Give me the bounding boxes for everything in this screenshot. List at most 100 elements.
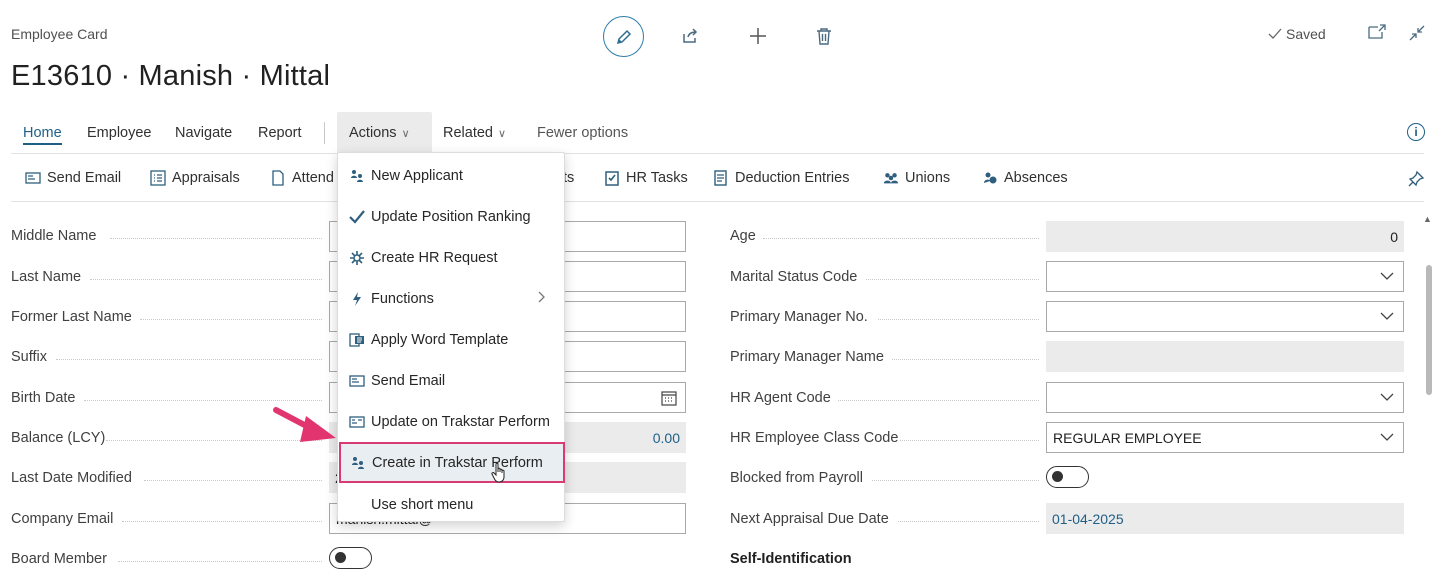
dotted-leader bbox=[56, 359, 322, 360]
primary-manager-no-select[interactable] bbox=[1046, 301, 1404, 332]
dotted-leader bbox=[898, 521, 1039, 522]
checkmark-icon bbox=[1268, 28, 1282, 39]
promoted-hr-tasks[interactable]: HR Tasks bbox=[604, 170, 688, 186]
menu-item-label: New Applicant bbox=[371, 167, 463, 184]
tab-related[interactable]: Related ∨ bbox=[443, 125, 506, 141]
scrollbar-thumb[interactable] bbox=[1426, 265, 1432, 395]
suffix-label: Suffix bbox=[11, 349, 48, 365]
people-icon bbox=[348, 167, 366, 185]
dotted-leader bbox=[866, 279, 1039, 280]
next-appraisal-due-date-label: Next Appraisal Due Date bbox=[730, 511, 889, 527]
menu-item-apply-word-template[interactable]: Apply Word Template bbox=[338, 319, 564, 360]
hr-agent-code-select[interactable] bbox=[1046, 382, 1404, 413]
new-button[interactable] bbox=[738, 16, 778, 56]
hr-employee-class-code-label: HR Employee Class Code bbox=[730, 430, 899, 446]
checkmark-icon bbox=[348, 208, 366, 226]
menu-item-update-position-ranking[interactable]: Update Position Ranking bbox=[338, 196, 564, 237]
blocked-from-payroll-toggle[interactable] bbox=[1046, 466, 1089, 488]
pin-icon bbox=[1408, 170, 1425, 187]
primary-manager-name-label: Primary Manager Name bbox=[730, 349, 884, 365]
marital-status-code-select[interactable] bbox=[1046, 261, 1404, 292]
next-appraisal-due-date-value: 01-04-2025 bbox=[1046, 503, 1404, 534]
absences-label: Absences bbox=[1004, 170, 1068, 186]
tab-employee[interactable]: Employee bbox=[87, 125, 151, 141]
lightning-icon bbox=[348, 290, 366, 308]
company-email-label: Company Email bbox=[11, 511, 114, 527]
menu-item-create-in-trakstar-perform[interactable]: Create in Trakstar Perform bbox=[339, 442, 565, 483]
last-date-modified-label: Last Date Modified bbox=[11, 470, 132, 486]
toggle-knob bbox=[335, 552, 346, 563]
tab-actions[interactable]: Actions ∨ bbox=[349, 125, 410, 141]
promoted-absences[interactable]: Absences bbox=[982, 170, 1068, 186]
promoted-deduction-entries[interactable]: Deduction Entries bbox=[713, 170, 849, 186]
share-button[interactable] bbox=[670, 16, 710, 56]
hr-agent-code-label: HR Agent Code bbox=[730, 390, 831, 406]
update-card-icon bbox=[348, 413, 366, 431]
dotted-leader bbox=[838, 400, 1039, 401]
dotted-leader bbox=[90, 279, 322, 280]
chevron-down-icon bbox=[1380, 312, 1394, 320]
menu-item-new-applicant[interactable]: New Applicant bbox=[338, 155, 564, 196]
menu-item-use-short-menu[interactable]: Use short menu bbox=[338, 484, 564, 525]
promoted-send-email[interactable]: Send Email bbox=[25, 170, 121, 186]
menu-item-functions[interactable]: Functions bbox=[338, 278, 564, 319]
pencil-icon bbox=[616, 29, 631, 44]
promoted-appraisals[interactable]: Appraisals bbox=[150, 170, 240, 186]
trash-icon bbox=[817, 28, 831, 45]
info-icon[interactable]: i bbox=[1407, 123, 1425, 141]
pin-button[interactable] bbox=[1407, 170, 1425, 193]
email-icon bbox=[348, 372, 366, 390]
hr-employee-class-code-select[interactable]: REGULAR EMPLOYEE bbox=[1046, 422, 1404, 453]
open-new-window-button[interactable] bbox=[1368, 24, 1386, 45]
tab-related-label: Related bbox=[443, 125, 493, 141]
gear-star-icon bbox=[348, 249, 366, 267]
birth-date-label: Birth Date bbox=[11, 390, 76, 406]
promoted-unions[interactable]: Unions bbox=[883, 170, 950, 186]
middle-name-label: Middle Name bbox=[11, 228, 97, 244]
attendance-label: Attend bbox=[292, 170, 334, 186]
dotted-leader bbox=[892, 359, 1039, 360]
chevron-down-icon bbox=[1380, 433, 1394, 441]
balance-lcy-label: Balance (LCY) bbox=[11, 430, 106, 446]
share-icon bbox=[683, 28, 698, 43]
marital-status-code-label: Marital Status Code bbox=[730, 269, 858, 285]
calendar-icon[interactable] bbox=[661, 390, 677, 406]
ledger-icon bbox=[713, 170, 729, 186]
absence-icon bbox=[982, 170, 998, 186]
menu-item-update-on-trakstar-perform[interactable]: Update on Trakstar Perform bbox=[338, 401, 564, 442]
former-last-name-label: Former Last Name bbox=[11, 309, 132, 325]
self-identification-heading[interactable]: Self-Identification bbox=[730, 551, 852, 567]
delete-button[interactable] bbox=[804, 16, 844, 56]
menu-item-label: Use short menu bbox=[371, 496, 474, 513]
saved-label: Saved bbox=[1286, 26, 1326, 42]
board-member-toggle[interactable] bbox=[329, 547, 372, 569]
menu-item-label: Update Position Ranking bbox=[371, 208, 531, 225]
fewer-options-link[interactable]: Fewer options bbox=[537, 125, 628, 141]
hr-employee-class-code-value: REGULAR EMPLOYEE bbox=[1053, 429, 1202, 446]
edit-button[interactable] bbox=[603, 16, 644, 57]
tab-home[interactable]: Home bbox=[23, 125, 62, 145]
dotted-leader bbox=[900, 440, 1039, 441]
dotted-leader bbox=[872, 480, 1039, 481]
menu-item-create-hr-request[interactable]: Create HR Request bbox=[338, 237, 564, 278]
task-checkbox-icon bbox=[604, 170, 620, 186]
tab-navigate[interactable]: Navigate bbox=[175, 125, 232, 141]
send-email-label: Send Email bbox=[47, 170, 122, 186]
collapse-icon bbox=[1409, 25, 1425, 41]
collapse-button[interactable] bbox=[1408, 24, 1426, 47]
chevron-down-icon: ∨ bbox=[497, 128, 507, 140]
promoted-attendance[interactable]: Attend bbox=[270, 170, 334, 186]
menu-item-label: Create in Trakstar Perform bbox=[372, 454, 543, 471]
dotted-leader bbox=[122, 521, 322, 522]
annotation-arrow-icon bbox=[268, 400, 342, 455]
menu-item-send-email[interactable]: Send Email bbox=[338, 360, 564, 401]
scroll-up-arrow[interactable]: ▲ bbox=[1423, 214, 1432, 224]
email-icon bbox=[25, 170, 41, 186]
dotted-leader bbox=[144, 480, 322, 481]
tab-report[interactable]: Report bbox=[258, 125, 302, 141]
menu-item-label: Update on Trakstar Perform bbox=[371, 413, 550, 430]
tab-actions-label: Actions bbox=[349, 125, 397, 141]
checklist-icon bbox=[150, 170, 166, 186]
hand-cursor-icon bbox=[491, 462, 507, 489]
dotted-leader bbox=[110, 238, 322, 239]
